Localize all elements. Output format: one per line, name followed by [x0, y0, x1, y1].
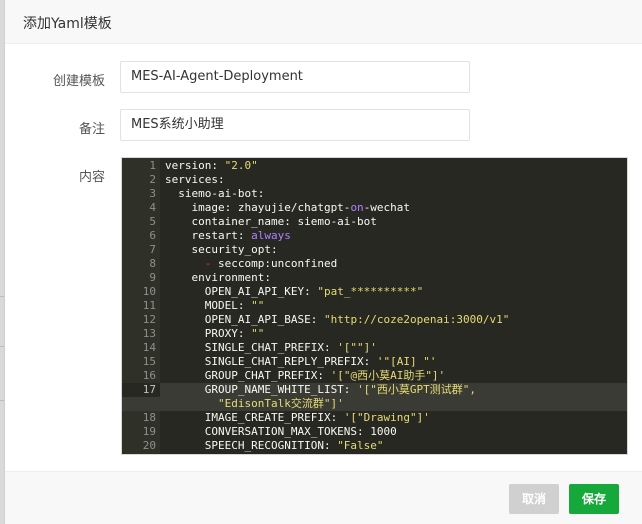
line-number: 9 [149, 271, 156, 284]
dialog-title: 添加Yaml模板 [23, 16, 112, 32]
line-number: 4 [149, 201, 156, 214]
code-line[interactable]: 6 restart: always [122, 229, 627, 243]
dialog-header: 添加Yaml模板 [5, 0, 642, 44]
line-number: 3 [149, 187, 156, 200]
code-line[interactable]: 21 CHARACTER_DESC: [122, 453, 627, 454]
code-line[interactable]: 15 SINGLE_CHAT_REPLY_PREFIX: '"[AI] "' [122, 355, 627, 369]
line-number: 5 [149, 215, 156, 228]
code-text: GROUP_CHAT_PREFIX: '["@西小莫AI助手"]' [165, 369, 446, 382]
code-line[interactable]: 8 - seccomp:unconfined [122, 257, 627, 271]
line-number: 14 [142, 341, 156, 354]
line-number: 6 [149, 229, 156, 242]
code-text: version: "2.0" [165, 159, 258, 172]
code-line[interactable]: 5 container_name: siemo-ai-bot [122, 215, 627, 229]
code-line[interactable]: 7 security_opt: [122, 243, 627, 257]
code-text: PROXY: "" [165, 327, 265, 340]
line-number: 12 [142, 313, 156, 326]
note-label: 备注 [78, 122, 105, 137]
template-name-input[interactable]: MES-AI-Agent-Deployment [120, 61, 470, 93]
code-text: "EdisonTalk交流群"]' [217, 397, 344, 410]
code-text: IMAGE_CREATE_PREFIX: '["Drawing"]' [165, 411, 430, 424]
code-text: - seccomp:unconfined [204, 257, 338, 270]
code-text: environment: [165, 271, 271, 284]
content-label: 内容 [78, 170, 105, 185]
code-text: services: [165, 173, 225, 186]
line-number: 21 [122, 453, 160, 454]
code-line[interactable]: 3 siemo-ai-bot: [122, 187, 627, 201]
code-text: restart: always [165, 229, 291, 242]
note-input[interactable]: MES系统小助理 [120, 109, 470, 141]
code-line[interactable]: 12 OPEN_AI_API_BASE: "http://coze2openai… [122, 313, 627, 327]
code-text: image: zhayujie/chatgpt-on-wechat [165, 201, 411, 214]
line-number: 8 [149, 257, 156, 270]
yaml-code-editor[interactable]: 1 version: "2.0" 2 services: 3 siemo-ai-bot:… [121, 157, 628, 455]
code-text: siemo-ai-bot: [165, 187, 265, 200]
code-text: security_opt: [165, 243, 278, 256]
code-text: SINGLE_CHAT_REPLY_PREFIX: '"[AI] "' [165, 355, 437, 368]
code-line[interactable]: 19 CONVERSATION_MAX_TOKENS: 1000 [122, 425, 627, 439]
line-number: 16 [142, 369, 156, 382]
code-text: CHARACTER_DESC: [165, 453, 311, 454]
line-number: 7 [149, 243, 156, 256]
code-text: container_name: siemo-ai-bot [165, 215, 377, 228]
code-line[interactable]: 17 GROUP_NAME_WHITE_LIST: '["西小莫GPT测试群", [122, 383, 627, 397]
template-name-label: 创建模板 [52, 74, 105, 89]
cancel-button[interactable]: 取消 [509, 484, 559, 514]
code-line[interactable]: "EdisonTalk交流群"]' [122, 397, 627, 411]
code-text: CONVERSATION_MAX_TOKENS: 1000 [165, 425, 397, 438]
code-line[interactable]: 4 image: zhayujie/chatgpt-on-wechat [122, 201, 627, 215]
line-number: 17 [122, 383, 160, 397]
code-line[interactable]: 13 PROXY: "" [122, 327, 627, 341]
line-number: 1 [149, 159, 156, 172]
code-line[interactable]: 16 GROUP_CHAT_PREFIX: '["@西小莫AI助手"]' [122, 369, 627, 383]
code-text: GROUP_NAME_WHITE_LIST: '["西小莫GPT测试群", [165, 383, 477, 396]
line-number: 13 [142, 327, 156, 340]
code-text: SPEECH_RECOGNITION: "False" [165, 439, 384, 452]
code-line[interactable]: 9 environment: [122, 271, 627, 285]
code-text: OPEN_AI_API_KEY: "pat_**********" [165, 285, 424, 298]
line-number: 20 [142, 439, 156, 452]
line-number: 11 [142, 299, 156, 312]
save-button[interactable]: 保存 [569, 484, 619, 514]
code-text: MODEL: "" [165, 299, 265, 312]
code-text: SINGLE_CHAT_PREFIX: '[""]' [165, 341, 377, 354]
add-yaml-template-dialog: 添加Yaml模板 创建模板 MES-AI-Agent-Deployment 备注… [4, 0, 642, 524]
code-line[interactable]: 1 version: "2.0" [122, 159, 627, 173]
line-number: 15 [142, 355, 156, 368]
code-line[interactable]: 18 IMAGE_CREATE_PREFIX: '["Drawing"]' [122, 411, 627, 425]
code-line[interactable]: 2 services: [122, 173, 627, 187]
code-line[interactable]: 11 MODEL: "" [122, 299, 627, 313]
code-line[interactable]: 14 SINGLE_CHAT_PREFIX: '[""]' [122, 341, 627, 355]
line-number: 19 [142, 425, 156, 438]
code-text: OPEN_AI_API_BASE: "http://coze2openai:30… [165, 313, 510, 326]
line-number: 2 [149, 173, 156, 186]
line-number: 10 [142, 285, 156, 298]
code-line[interactable]: 20 SPEECH_RECOGNITION: "False" [122, 439, 627, 453]
code-line[interactable]: 10 OPEN_AI_API_KEY: "pat_**********" [122, 285, 627, 299]
line-number: 18 [142, 411, 156, 424]
